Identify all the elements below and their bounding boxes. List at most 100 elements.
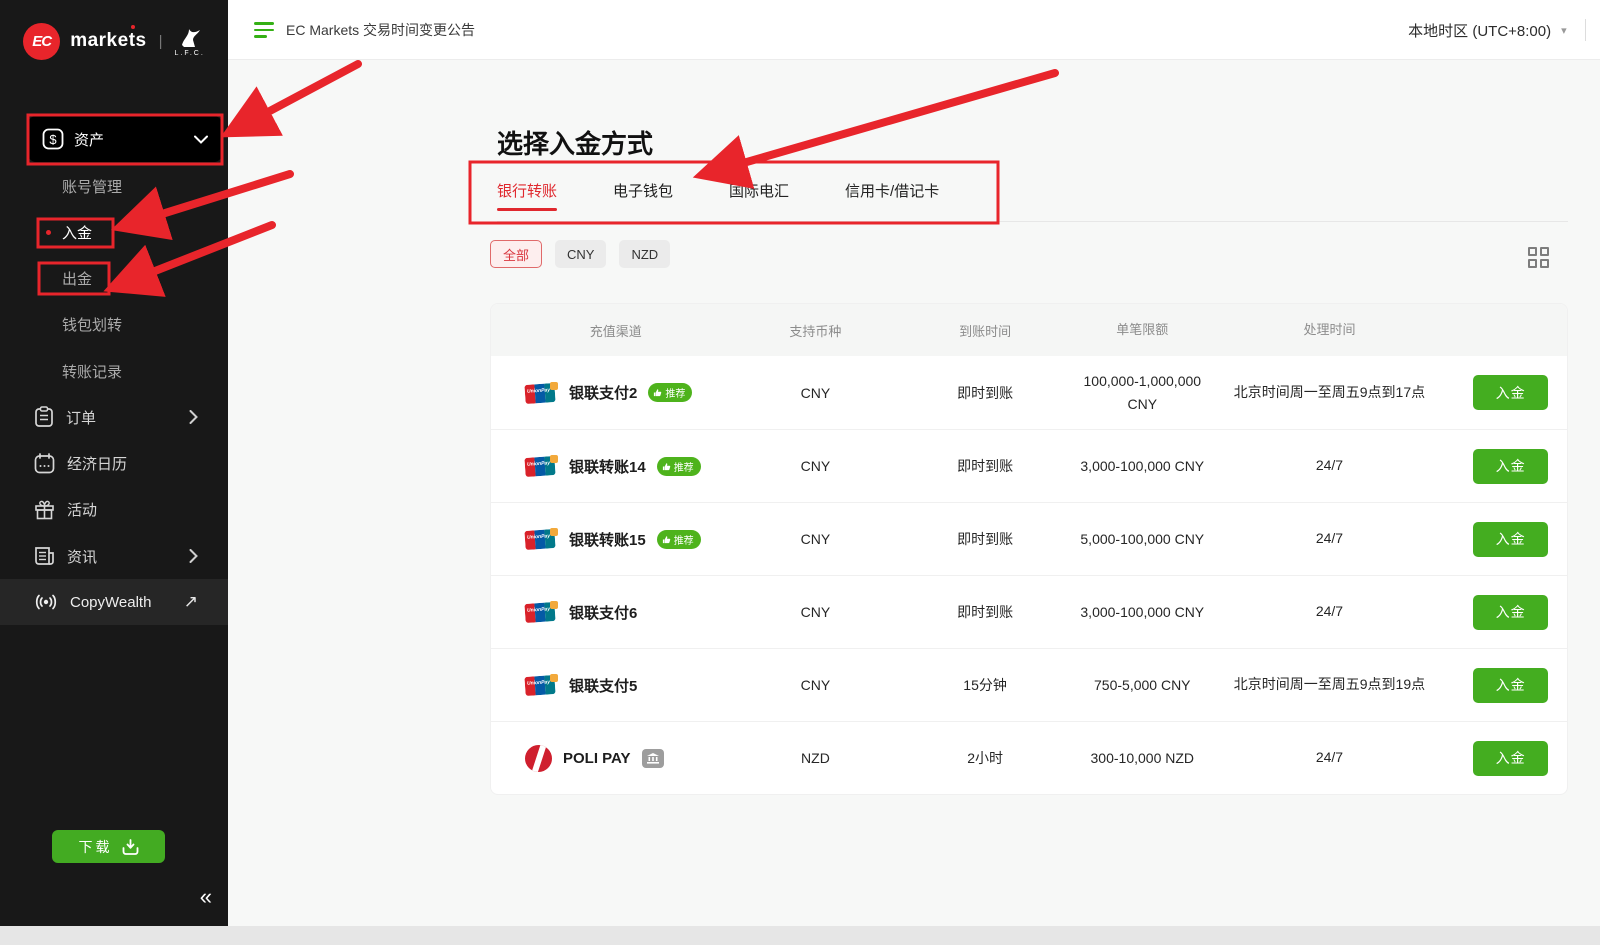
limit-cell: 300-10,000 NZD	[1080, 747, 1205, 769]
sidebar-item-transfer-records[interactable]: 转账记录	[0, 348, 228, 394]
hours-cell: 24/7	[1205, 527, 1455, 551]
bank-badge	[642, 749, 664, 768]
deposit-button[interactable]: 入金	[1473, 668, 1548, 703]
download-button[interactable]: 下载	[52, 830, 165, 863]
topbar: EC Markets 交易时间变更公告 本地时区 (UTC+8:00) ▾ 2	[228, 0, 1600, 60]
sidebar-item-deposit[interactable]: 入金	[0, 209, 228, 255]
brand-name: markets	[70, 30, 146, 52]
header-currency: 支持币种	[741, 321, 891, 340]
announcement-text: EC Markets 交易时间变更公告	[286, 20, 475, 40]
deposit-method-tabs: 银行转账 电子钱包 国际电汇 信用卡/借记卡	[497, 170, 1568, 222]
sidebar-item-orders[interactable]: 订单	[0, 394, 228, 440]
sidebar-item-wallet-transfer[interactable]: 钱包划转	[0, 301, 228, 347]
announcement-link[interactable]: EC Markets 交易时间变更公告	[254, 0, 475, 60]
sidebar-item-withdraw[interactable]: 出金	[0, 255, 228, 301]
gift-icon	[34, 499, 55, 520]
arrival-cell: 即时到账	[890, 602, 1080, 622]
sidebar-item-promotions[interactable]: 活动	[0, 486, 228, 532]
liverbird-icon	[177, 25, 203, 49]
table-row: UnionPay 银联支付5 CNY 15分钟 750-5,000 CNY 北京…	[491, 648, 1567, 721]
deposit-button[interactable]: 入金	[1473, 595, 1548, 630]
sidebar-item-news[interactable]: 资讯	[0, 533, 228, 579]
currency-cell: CNY	[741, 677, 891, 693]
sidebar-item-label: 订单	[66, 407, 189, 428]
unionpay-icon: UnionPay	[525, 455, 558, 477]
bank-icon	[647, 753, 659, 764]
channel-name: 银联支付2	[569, 382, 637, 403]
table-row: UnionPay 银联转账14 推荐 CNY 即时到账 3,000-100,00…	[491, 429, 1567, 502]
header-arrival-time: 到账时间	[890, 321, 1080, 340]
limit-cell: 100,000-1,000,000 CNY	[1080, 370, 1205, 415]
currency-cell: CNY	[741, 385, 891, 401]
recommend-badge: 推荐	[657, 457, 701, 476]
header-channel: 充值渠道	[491, 321, 741, 340]
channel-name: 银联转账15	[569, 529, 646, 550]
table-row: UnionPay 银联支付6 CNY 即时到账 3,000-100,000 CN…	[491, 575, 1567, 648]
limit-cell: 3,000-100,000 CNY	[1080, 601, 1205, 623]
active-dot	[46, 230, 51, 235]
lfc-logo: L.F.C.	[175, 25, 205, 57]
limit-cell: 3,000-100,000 CNY	[1080, 455, 1205, 477]
filter-chip-all[interactable]: 全部	[490, 240, 542, 268]
deposit-button[interactable]: 入金	[1473, 522, 1548, 557]
channel-name: 银联转账14	[569, 456, 646, 477]
sidebar-item-label: 账号管理	[62, 176, 122, 197]
download-label: 下载	[79, 837, 113, 857]
sidebar-item-label: 入金	[62, 222, 92, 243]
announcement-list-icon	[254, 22, 274, 38]
tab-ewallet[interactable]: 电子钱包	[613, 170, 673, 221]
dollar-icon: $	[42, 128, 64, 150]
sidebar-item-label: 经济日历	[67, 453, 198, 474]
deposit-button[interactable]: 入金	[1473, 375, 1548, 410]
app-window: EC markets | L.F.C. $ 资产 账号管理	[0, 0, 1600, 945]
sidebar-item-label: CopyWealth	[70, 594, 184, 611]
annotation-arrow-tabs	[712, 73, 1055, 172]
timezone-label[interactable]: 本地时区 (UTC+8:00)	[1408, 20, 1551, 41]
topbar-divider	[1585, 19, 1586, 41]
table-row: UnionPay 银联支付2 推荐 CNY 即时到账 100,000-1,000…	[491, 356, 1567, 429]
grid-view-icon[interactable]	[1528, 247, 1552, 271]
currency-cell: NZD	[741, 750, 891, 766]
sidebar-item-assets[interactable]: $ 资产	[28, 116, 222, 162]
filter-chip-cny[interactable]: CNY	[555, 240, 606, 268]
deposit-button[interactable]: 入金	[1473, 741, 1548, 776]
sidebar-item-economic-calendar[interactable]: 经济日历	[0, 440, 228, 486]
sidebar-item-label: 钱包划转	[62, 314, 122, 335]
table-row: POLI PAY NZD 2小时 300-10,000 NZD 24/7 入金	[491, 721, 1567, 794]
sidebar-item-account-management[interactable]: 账号管理	[0, 163, 228, 209]
header-limit: 单笔限额	[1080, 320, 1205, 341]
timezone-caret-icon[interactable]: ▾	[1561, 24, 1567, 37]
clipboard-icon	[34, 406, 54, 428]
limit-cell: 5,000-100,000 CNY	[1080, 528, 1205, 550]
chevron-right-icon	[189, 549, 198, 563]
arrival-cell: 即时到账	[890, 529, 1080, 549]
tab-bank-transfer[interactable]: 银行转账	[497, 170, 557, 221]
timezone-area: 本地时区 (UTC+8:00) ▾ 2	[1408, 0, 1600, 60]
sidebar-item-label: 活动	[67, 499, 198, 520]
recommend-badge: 推荐	[648, 383, 692, 402]
external-link-icon: ↗	[184, 592, 198, 612]
filter-chip-nzd[interactable]: NZD	[619, 240, 670, 268]
arrival-cell: 即时到账	[890, 383, 1080, 403]
poli-icon	[525, 745, 552, 772]
svg-text:$: $	[49, 132, 57, 147]
page-title: 选择入金方式	[497, 124, 653, 161]
sidebar-item-copywealth[interactable]: CopyWealth ↗	[0, 579, 228, 625]
collapse-sidebar-icon[interactable]: «	[200, 884, 212, 910]
channel-name: 银联支付5	[569, 675, 637, 696]
deposit-button[interactable]: 入金	[1473, 449, 1548, 484]
recommend-badge: 推荐	[657, 530, 701, 549]
ec-logo-icon: EC	[23, 23, 60, 60]
hours-cell: 24/7	[1205, 600, 1455, 624]
download-icon	[122, 839, 139, 855]
brand-logo: EC markets | L.F.C.	[0, 10, 228, 72]
annotation-arrow-assets	[238, 64, 358, 128]
tab-credit-debit-card[interactable]: 信用卡/借记卡	[845, 170, 939, 221]
unionpay-icon: UnionPay	[525, 528, 558, 550]
lfc-label: L.F.C.	[175, 50, 205, 57]
sidebar-item-label: 资讯	[67, 546, 189, 567]
tab-international-wire[interactable]: 国际电汇	[729, 170, 789, 221]
calendar-icon	[34, 453, 55, 474]
sidebar-item-label: 资产	[74, 129, 194, 150]
hours-cell: 24/7	[1205, 454, 1455, 478]
